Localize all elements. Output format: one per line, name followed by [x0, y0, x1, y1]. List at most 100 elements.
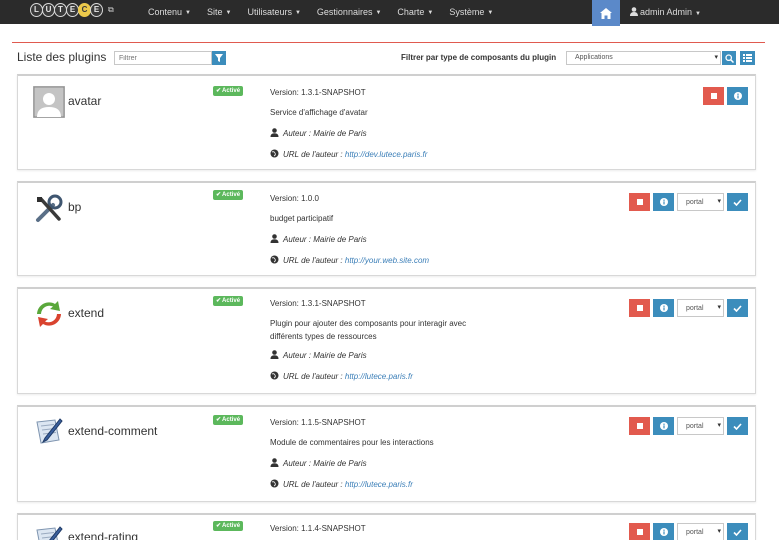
uninstall-button[interactable] — [629, 193, 650, 211]
rating-plugin-icon — [33, 524, 65, 540]
search-button[interactable] — [722, 51, 736, 65]
plugin-card-extend: extend ✔Activé Version: 1.3.1-SNAPSHOT P… — [17, 287, 756, 394]
plugin-author: Auteur : Mairie de Paris — [270, 128, 520, 138]
check-icon: ✔ — [216, 523, 222, 529]
info-button[interactable] — [653, 523, 674, 540]
menu-site[interactable]: Site ▼ — [199, 0, 239, 24]
comment-plugin-icon — [33, 416, 65, 448]
caret-down-icon: ▼ — [427, 9, 434, 16]
status-badge: ✔Activé — [213, 521, 244, 531]
globe-icon — [270, 479, 279, 488]
plugin-author-url: URL de l'auteur : http://dev.lutece.pari… — [270, 149, 520, 159]
stop-icon — [636, 305, 643, 311]
stop-icon — [710, 93, 717, 99]
user-menu[interactable]: admin Admin ▼ — [630, 0, 701, 26]
type-filter-label: Filtrer par type de composants du plugin — [401, 53, 557, 62]
plugin-actions: portal ▾ — [626, 299, 748, 317]
search-icon — [724, 53, 734, 63]
type-filter-select[interactable]: Applications ▾ — [566, 51, 721, 65]
menu-contenu[interactable]: Contenu ▼ — [140, 0, 199, 24]
apply-pool-button[interactable] — [727, 299, 748, 317]
uninstall-button[interactable] — [629, 417, 650, 435]
user-icon — [270, 458, 279, 467]
uninstall-button[interactable] — [629, 299, 650, 317]
plugin-description: Service d'affichage d'avatar — [270, 108, 368, 117]
pool-select[interactable]: portal ▾ — [677, 299, 724, 317]
plugin-actions: portal ▾ — [626, 523, 748, 540]
plugin-name: extend — [68, 306, 105, 320]
menu-systeme[interactable]: Système ▼ — [441, 0, 501, 24]
author-url-link[interactable]: http://lutece.paris.fr — [345, 372, 413, 381]
check-icon: ✔ — [216, 192, 222, 198]
plugin-author-url: URL de l'auteur : http://lutece.paris.fr — [270, 479, 520, 489]
home-button[interactable] — [592, 0, 620, 26]
plugin-author: Auteur : Mairie de Paris — [270, 234, 520, 244]
check-icon: ✔ — [216, 298, 222, 304]
info-icon — [733, 92, 742, 100]
author-url-link[interactable]: http://dev.lutece.paris.fr — [345, 150, 428, 159]
author-url-link[interactable]: http://lutece.paris.fr — [345, 480, 413, 489]
pool-select[interactable]: portal ▾ — [677, 417, 724, 435]
info-icon — [659, 304, 668, 312]
apply-pool-button[interactable] — [727, 417, 748, 435]
plugin-name: extend-comment — [68, 424, 158, 438]
plugin-card-bp: bp ✔Activé Version: 1.0.0 budget partici… — [17, 181, 756, 276]
author-url-link[interactable]: http://your.web.site.com — [345, 256, 429, 265]
top-navbar: L U T E C E ⧉ Contenu ▼ Site ▼ Utilisateur… — [0, 0, 779, 26]
plugin-actions: portal ▾ — [626, 417, 748, 435]
lutece-logo[interactable]: L U T E C E ⧉ — [30, 3, 114, 17]
caret-down-icon: ▼ — [294, 9, 301, 16]
stop-icon — [636, 423, 643, 429]
check-icon — [733, 528, 742, 536]
select-arrow-icon: ▾ — [717, 528, 721, 535]
select-arrow-icon: ▾ — [717, 198, 721, 205]
apply-pool-button[interactable] — [727, 193, 748, 211]
info-button[interactable] — [653, 299, 674, 317]
status-badge: ✔Activé — [213, 296, 244, 306]
check-icon: ✔ — [216, 88, 222, 94]
plugin-card-avatar: avatar ✔Activé Version: 1.3.1-SNAPSHOT S… — [17, 74, 756, 170]
plugin-name: bp — [68, 200, 82, 214]
globe-icon — [270, 149, 279, 158]
info-button[interactable] — [653, 417, 674, 435]
check-icon — [733, 304, 742, 312]
menu-charte[interactable]: Charte ▼ — [389, 0, 441, 24]
info-icon — [659, 528, 668, 536]
status-badge: ✔Activé — [213, 190, 244, 200]
info-button[interactable] — [653, 193, 674, 211]
globe-icon — [270, 371, 279, 380]
apply-pool-button[interactable] — [727, 523, 748, 540]
filter-button[interactable] — [212, 51, 226, 65]
pool-select[interactable]: portal ▾ — [677, 193, 724, 211]
status-badge: ✔Activé — [213, 415, 244, 425]
caret-down-icon: ▼ — [695, 11, 701, 17]
status-badge: ✔Activé — [213, 86, 244, 96]
plugin-name: avatar — [68, 94, 102, 108]
caret-down-icon: ▼ — [487, 9, 494, 16]
filter-input[interactable] — [114, 51, 212, 65]
plugin-author-url: URL de l'auteur : http://your.web.site.c… — [270, 255, 520, 265]
plugin-info: Version: 1.0.0 budget participatif Auteu… — [270, 194, 520, 265]
select-arrow-icon: ▾ — [714, 54, 718, 61]
menu-gestionnaires[interactable]: Gestionnaires ▼ — [309, 0, 389, 24]
avatar-plugin-icon — [33, 86, 65, 118]
stop-icon — [636, 199, 643, 205]
user-icon — [270, 128, 279, 137]
list-view-button[interactable] — [740, 51, 755, 65]
plugin-info: Version: 1.1.5-SNAPSHOT Module de commen… — [270, 418, 520, 489]
plugin-version: Version: 1.0.0 — [270, 194, 319, 203]
menu-utilisateurs[interactable]: Utilisateurs ▼ — [239, 0, 308, 24]
plugin-description: Module de commentaires pour les interact… — [270, 438, 434, 447]
pool-select[interactable]: portal ▾ — [677, 523, 724, 540]
plugin-name: extend-rating — [68, 530, 139, 540]
info-button[interactable] — [727, 87, 748, 105]
select-arrow-icon: ▾ — [717, 304, 721, 311]
select-arrow-icon: ▾ — [717, 422, 721, 429]
list-icon — [743, 54, 752, 62]
caret-down-icon: ▼ — [375, 9, 382, 16]
plugin-info: Version: 1.1.4-SNAPSHOT — [270, 524, 520, 533]
plugin-author: Auteur : Mairie de Paris — [270, 350, 520, 360]
uninstall-button[interactable] — [703, 87, 724, 105]
check-icon: ✔ — [216, 417, 222, 423]
uninstall-button[interactable] — [629, 523, 650, 540]
